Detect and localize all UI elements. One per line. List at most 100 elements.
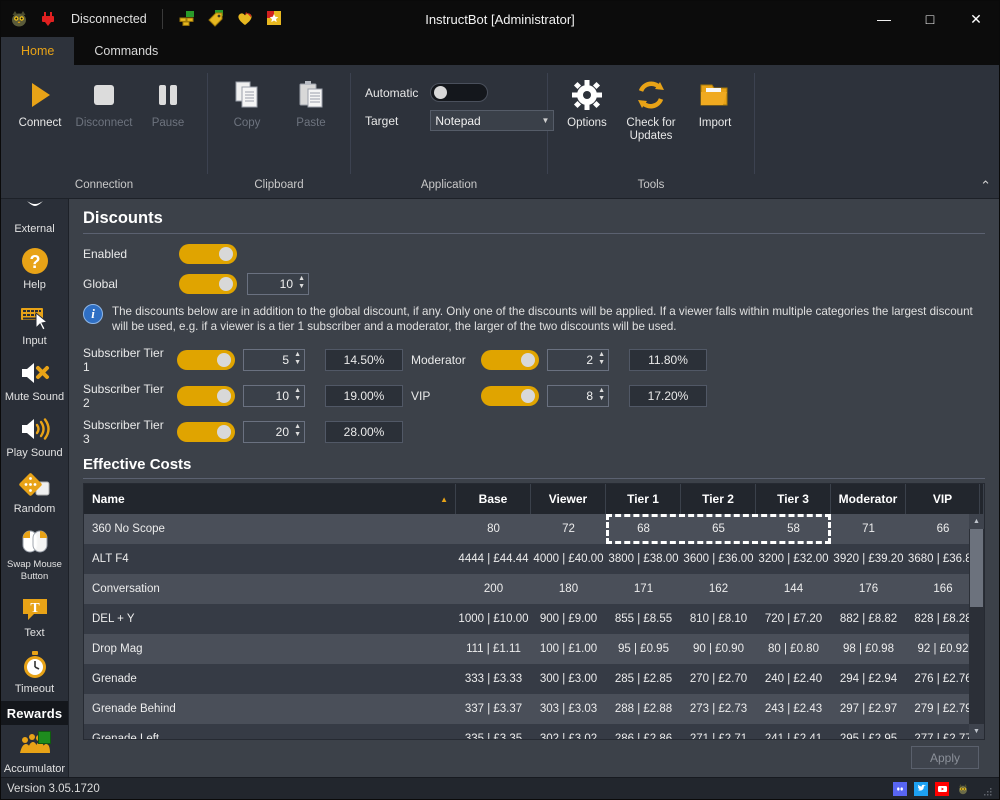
sort-ascending-icon: ▲ <box>440 495 448 504</box>
column-header-tier-2[interactable]: Tier 2 <box>681 484 756 514</box>
scroll-down-button[interactable]: ▼ <box>969 724 984 739</box>
minimize-button[interactable]: — <box>861 1 907 37</box>
enabled-toggle[interactable] <box>179 244 237 264</box>
sidebar[interactable]: External ? Help <box>1 199 69 777</box>
cell-base: 80 <box>456 514 531 544</box>
sidebar-item-random[interactable]: Random <box>1 465 68 521</box>
subscriber-tier-1-label: Subscriber Tier 1 <box>83 346 169 374</box>
table-row[interactable]: DEL + Y 1000 | £10.00 900 | £9.00 855 | … <box>84 604 984 634</box>
stepper-arrows[interactable]: ▲▼ <box>294 387 301 403</box>
owl-icon[interactable] <box>956 782 970 796</box>
scroll-up-button[interactable]: ▲ <box>969 514 984 529</box>
moderator-toggle[interactable] <box>481 350 539 370</box>
table-row[interactable]: 360 No Scope 80 72 68 65 58 71 66 <box>84 514 984 544</box>
maximize-button[interactable]: □ <box>907 1 953 37</box>
cell-viewer: 180 <box>531 574 606 604</box>
stepper-arrows[interactable]: ▲▼ <box>294 351 301 367</box>
column-header-name[interactable]: Name ▲ <box>84 484 456 514</box>
column-header-moderator[interactable]: Moderator <box>831 484 906 514</box>
disconnect-button[interactable]: Disconnect <box>73 73 135 130</box>
apply-button[interactable]: Apply <box>911 746 979 769</box>
cell-tier-3: 240 | £2.40 <box>756 664 831 694</box>
subscriber-tier-3-toggle[interactable] <box>177 422 235 442</box>
text-bubble-icon: T <box>18 593 52 625</box>
ribbon-group-application: Automatic Target Notepad ▼ Application <box>351 65 547 198</box>
cell-tier-2: 90 | £0.90 <box>681 634 756 664</box>
sidebar-item-external[interactable]: External <box>1 199 68 241</box>
table-vertical-scrollbar[interactable]: ▲ ▼ <box>969 514 984 739</box>
check-for-updates-button[interactable]: Check for Updates <box>620 73 682 143</box>
copy-button[interactable]: Copy <box>216 73 278 130</box>
subscriber-tier-3-stepper[interactable]: 20 ▲▼ <box>243 421 305 443</box>
mouse-swap-icon <box>18 525 52 557</box>
stepper-arrows[interactable]: ▲▼ <box>598 387 605 403</box>
stepper-arrows[interactable]: ▲▼ <box>294 423 301 439</box>
subscriber-tier-1-stepper[interactable]: 5 ▲▼ <box>243 349 305 371</box>
star-badge-icon[interactable] <box>265 9 285 29</box>
sidebar-item-swap-mouse-button[interactable]: Swap Mouse Button <box>1 521 68 589</box>
moderator-stepper[interactable]: 2 ▲▼ <box>547 349 609 371</box>
cell-base: 337 | £3.37 <box>456 694 531 724</box>
cell-base: 200 <box>456 574 531 604</box>
table-row[interactable]: ALT F4 4444 | £44.44 4000 | £40.00 3800 … <box>84 544 984 574</box>
column-header-tier-3[interactable]: Tier 3 <box>756 484 831 514</box>
column-header-tier-1[interactable]: Tier 1 <box>606 484 681 514</box>
tab-home[interactable]: Home <box>1 37 74 65</box>
pause-button[interactable]: Pause <box>137 73 199 130</box>
cell-moderator: 295 | £2.95 <box>831 724 906 739</box>
automatic-toggle[interactable] <box>430 83 488 102</box>
subscriber-tier-2-toggle[interactable] <box>177 386 235 406</box>
column-header-viewer[interactable]: Viewer <box>531 484 606 514</box>
paste-button[interactable]: Paste <box>280 73 342 130</box>
group-label-connection: Connection <box>1 178 207 198</box>
cell-name: Grenade Left <box>84 724 456 739</box>
table-row[interactable]: Drop Mag 111 | £1.11 100 | £1.00 95 | £0… <box>84 634 984 664</box>
sidebar-item-mute-sound[interactable]: Mute Sound <box>1 353 68 409</box>
price-tag-icon[interactable] <box>207 9 227 29</box>
options-button[interactable]: Options <box>556 73 618 130</box>
target-select[interactable]: Notepad ▼ <box>430 110 554 131</box>
connect-button[interactable]: Connect <box>9 73 71 130</box>
external-icon <box>18 199 52 221</box>
gold-bars-icon[interactable] <box>178 9 198 29</box>
plug-disconnected-icon[interactable] <box>38 9 58 29</box>
discord-icon[interactable] <box>893 782 907 796</box>
sidebar-item-accumulator[interactable]: Accumulator <box>1 725 68 777</box>
target-label: Target <box>365 114 418 128</box>
cell-tier-1: 95 | £0.95 <box>606 634 681 664</box>
stepper-arrows[interactable]: ▲▼ <box>598 351 605 367</box>
column-header-base[interactable]: Base <box>456 484 531 514</box>
vip-stepper[interactable]: 8 ▲▼ <box>547 385 609 407</box>
global-value-stepper[interactable]: 10 ▲▼ <box>247 273 309 295</box>
close-button[interactable]: ✕ <box>953 1 999 37</box>
table-row[interactable]: Grenade Left 335 | £3.35 302 | £3.02 286… <box>84 724 984 739</box>
subscriber-tier-2-stepper[interactable]: 10 ▲▼ <box>243 385 305 407</box>
sidebar-item-text[interactable]: T Text <box>1 589 68 645</box>
stepper-arrows[interactable]: ▲▼ <box>298 275 305 291</box>
scroll-track[interactable] <box>969 529 984 724</box>
collapse-ribbon-button[interactable]: ⌃ <box>980 178 991 194</box>
heart-icon[interactable] <box>236 9 256 29</box>
vip-toggle[interactable] <box>481 386 539 406</box>
twitter-icon[interactable] <box>914 782 928 796</box>
tab-commands[interactable]: Commands <box>74 37 178 65</box>
cell-tier-1: 288 | £2.88 <box>606 694 681 724</box>
table-row[interactable]: Grenade Behind 337 | £3.37 303 | £3.03 2… <box>84 694 984 724</box>
table-row[interactable]: Grenade 333 | £3.33 300 | £3.00 285 | £2… <box>84 664 984 694</box>
sidebar-item-help[interactable]: ? Help <box>1 241 68 297</box>
table-row[interactable]: Conversation 200 180 171 162 144 176 166 <box>84 574 984 604</box>
ribbon-group-tools: Options Check for Updates <box>548 65 754 198</box>
automatic-label: Automatic <box>365 86 418 100</box>
subscriber-tier-1-toggle[interactable] <box>177 350 235 370</box>
youtube-icon[interactable] <box>935 782 949 796</box>
import-button[interactable]: Import <box>684 73 746 130</box>
global-toggle[interactable] <box>179 274 237 294</box>
cell-tier-2: 271 | £2.71 <box>681 724 756 739</box>
sidebar-item-timeout[interactable]: Timeout <box>1 645 68 701</box>
sidebar-item-input[interactable]: Input <box>1 297 68 353</box>
resize-grip-icon[interactable] <box>983 784 993 794</box>
sidebar-item-play-sound[interactable]: Play Sound <box>1 409 68 465</box>
column-header-vip[interactable]: VIP <box>906 484 980 514</box>
keyboard-cursor-icon <box>18 301 52 333</box>
scroll-thumb[interactable] <box>970 529 983 607</box>
